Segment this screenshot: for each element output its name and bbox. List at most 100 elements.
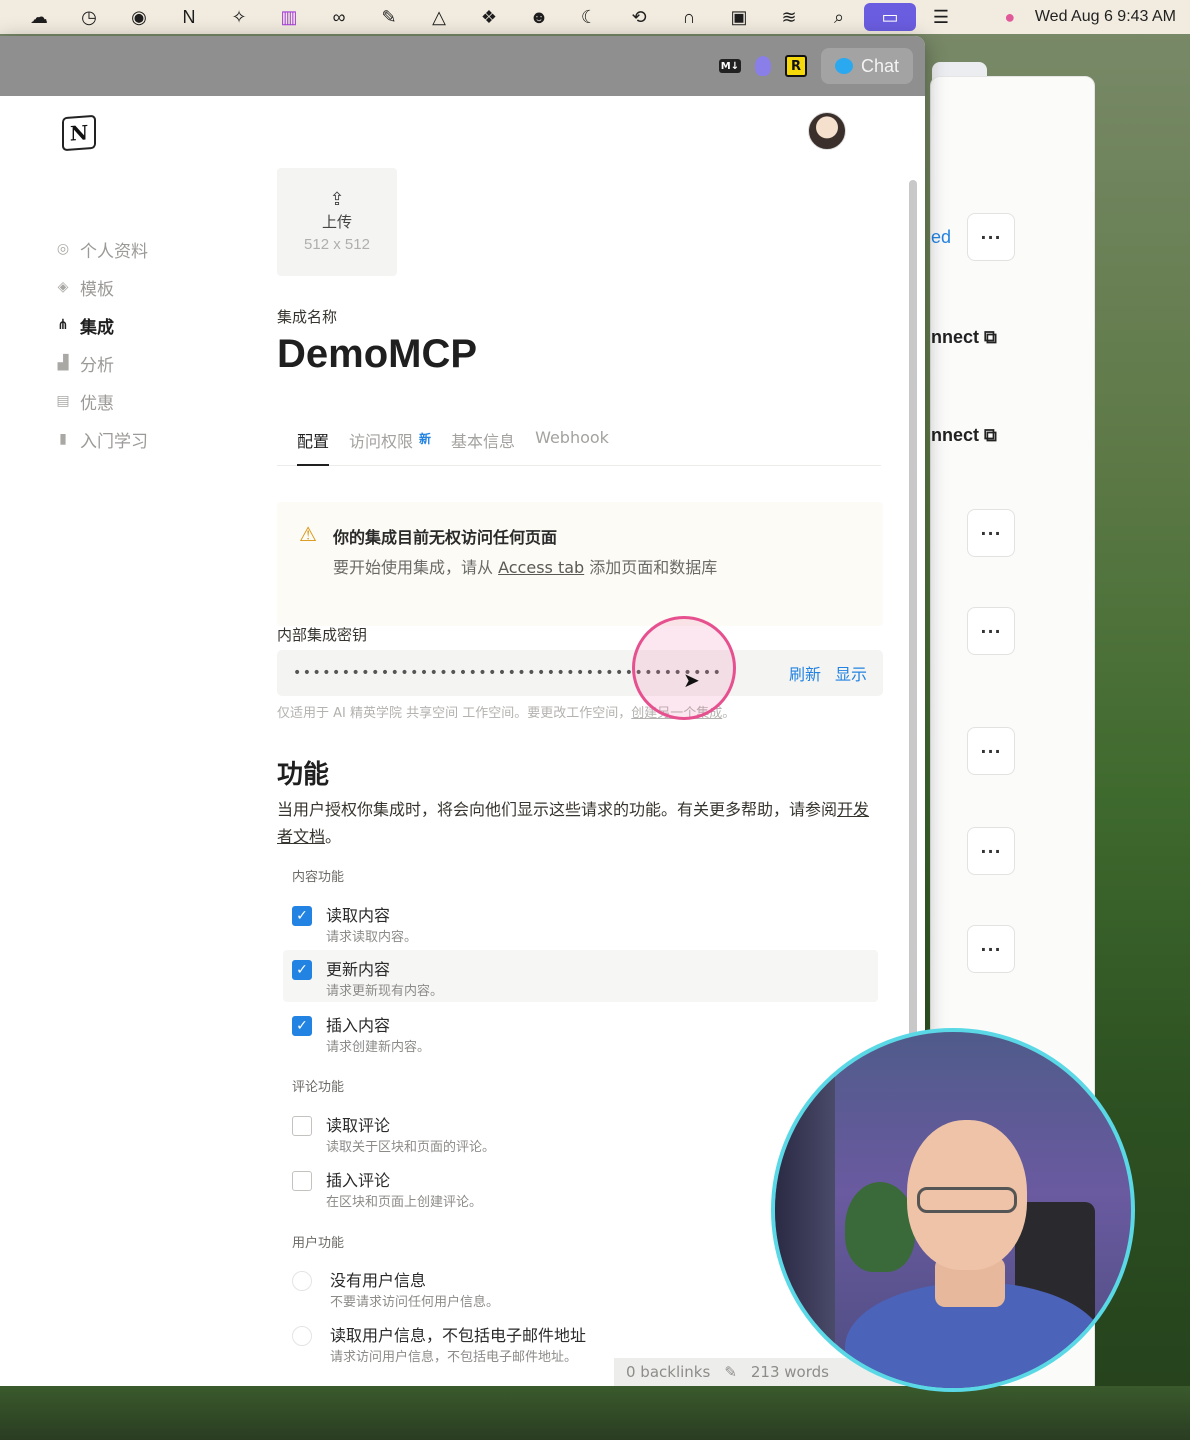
person-icon: ◎ [56,241,70,257]
moon-icon[interactable]: ☾ [564,0,614,34]
capability-read-content[interactable]: ✓ 读取内容 请求读取内容。 [292,902,878,956]
checkbox-checked-icon[interactable]: ✓ [292,1016,312,1036]
istat-icon[interactable]: ▥ [264,0,314,34]
connect-label: nnect [931,327,980,347]
ghost-extension-icon[interactable] [754,56,771,76]
checkbox-checked-icon[interactable]: ✓ [292,960,312,980]
notion-logo-icon[interactable]: N [62,114,96,152]
link-icon[interactable]: ∞ [314,0,364,34]
headphones-icon[interactable]: ∩ [664,0,714,34]
sidebar-item-analytics[interactable]: ▟ 分析 [54,344,234,382]
checkbox-checked-icon[interactable]: ✓ [292,906,312,926]
control-center-icon[interactable]: ☰ [916,0,966,34]
mouse-cursor-icon: ➤ [683,668,700,692]
tab-basic-info[interactable]: 基本信息 [431,428,515,465]
show-secret-button[interactable]: 显示 [835,661,867,685]
tab-webhook[interactable]: Webhook [515,428,609,465]
integration-name[interactable]: DemoMCP [277,332,477,377]
capability-title: 读取用户信息，不包括电子邮件地址 [330,1326,587,1345]
upload-size: 512 x 512 [304,236,370,253]
wifi-icon[interactable]: ≋ [764,0,814,34]
sidebar-item-templates[interactable]: ◈ 模板 [54,268,234,306]
checkbox-unchecked-icon[interactable] [292,1116,312,1136]
capability-update-content[interactable]: ✓ 更新内容 请求更新现有内容。 [283,950,878,1002]
capability-title: 更新内容 [326,960,391,979]
cam-plant [845,1182,915,1272]
chat-label: Chat [860,55,899,76]
capability-desc: 请求访问用户信息，不包括电子邮件地址。 [330,1350,578,1365]
access-tab-link[interactable]: Access tab [498,558,584,577]
radio-icon[interactable] [292,1326,312,1346]
avatar[interactable] [808,112,846,150]
screen-share-icon[interactable]: ▭ [864,3,916,31]
creative-cloud-icon[interactable]: ☁ [14,0,64,34]
tab-bar: 配置 访问权限 新 基本信息 Webhook [277,428,881,466]
search-icon[interactable]: ⌕ [814,0,864,34]
markdown-extension-icon[interactable]: M↓ [718,59,741,73]
warning-body: 要开始使用集成，请从 Access tab 添加页面和数据库 [333,554,717,578]
dropbox-icon[interactable]: ❖ [464,0,514,34]
radio-icon[interactable] [292,1271,312,1291]
checkbox-unchecked-icon[interactable] [292,1171,312,1191]
features-desc-suffix: 。 [325,827,342,846]
notion-icon[interactable]: N [164,0,214,34]
capability-desc: 请求创建新内容。 [326,1040,431,1055]
r-extension-icon[interactable]: R [784,55,807,77]
mirror-icon[interactable]: ▣ [714,0,764,34]
capability-title: 读取内容 [326,906,391,925]
drive-icon[interactable]: △ [414,0,464,34]
more-button[interactable]: ··· [967,827,1015,875]
warning-icon: ⚠ [299,522,317,546]
tab-label: 基本信息 [451,432,516,451]
warning-title: 你的集成目前无权访问任何页面 [333,528,558,547]
more-button[interactable]: ··· [967,607,1015,655]
pockity-icon[interactable]: ◉ [114,0,164,34]
sidebar-item-profile[interactable]: ◎ 个人资料 [54,230,234,268]
tab-label: 访问权限 [349,432,414,451]
analytics-icon: ▟ [57,355,69,371]
connect-link[interactable]: nnect ⧉ [931,327,997,348]
siri-icon[interactable]: ● [995,0,1025,34]
clock-icon[interactable]: ◷ [64,0,114,34]
bartender-icon[interactable]: ✧ [214,0,264,34]
webcam-overlay [771,1028,1135,1392]
capability-desc: 请求读取内容。 [326,930,418,945]
pen-icon[interactable]: ✎ [364,0,414,34]
more-button[interactable]: ··· [967,213,1015,261]
sidebar-item-offers[interactable]: ▤ 优惠 [54,382,234,420]
capability-title: 插入内容 [326,1016,391,1035]
tab-configuration[interactable]: 配置 [277,428,330,466]
connect-link[interactable]: nnect ⧉ [931,425,997,446]
sidebar-item-getting-started[interactable]: ▮ 入门学习 [54,420,234,458]
desktop-wallpaper [0,1386,1190,1440]
time-machine-icon[interactable]: ⟲ [614,0,664,34]
tab-label: 配置 [297,432,330,451]
secret-field[interactable]: ••••••••••••••••••••••••••••••••••••••••… [277,650,883,696]
sidebar-item-integrations[interactable]: ⋔ 集成 [54,306,234,344]
more-button[interactable]: ··· [967,727,1015,775]
icon-upload-button[interactable]: ⇪ 上传 512 x 512 [277,168,397,276]
backlinks-count[interactable]: 0 backlinks [626,1363,710,1381]
secret-hint-prefix: 仅适用于 AI 精英学院 共享空间 工作空间。要更改工作空间， [277,706,632,721]
chat-bubble-icon [834,58,853,74]
more-button[interactable]: ··· [967,925,1015,973]
integration-name-label: 集成名称 [277,308,338,326]
warning-body-suffix: 添加页面和数据库 [584,558,718,577]
menu-bar: ☁ ◷ ◉ N ✧ ▥ ∞ ✎ △ ❖ ☻ ☾ ⟲ ∩ ▣ ≋ ⌕ ▭ ☰ ● … [0,0,1190,34]
capability-title: 插入评论 [326,1171,391,1190]
secret-hint-suffix: 。 [722,706,736,721]
capability-title: 读取评论 [326,1116,391,1135]
sidebar-item-label: 分析 [80,355,114,376]
refresh-secret-button[interactable]: 刷新 [789,661,821,685]
integration-icon: ⋔ [57,317,69,333]
menubar-datetime[interactable]: Wed Aug 6 9:43 AM [1035,8,1176,26]
user-capabilities-label: 用户功能 [292,1236,345,1251]
template-icon: ◈ [57,279,69,295]
face-icon[interactable]: ☻ [514,0,564,34]
warning-body-prefix: 要开始使用集成，请从 [333,558,499,577]
chat-button[interactable]: Chat [820,48,913,84]
tab-access[interactable]: 访问权限 新 [329,428,431,465]
cloud-upload-icon: ⇪ [329,189,345,210]
tab-label: Webhook [535,428,609,447]
more-button[interactable]: ··· [967,509,1015,557]
